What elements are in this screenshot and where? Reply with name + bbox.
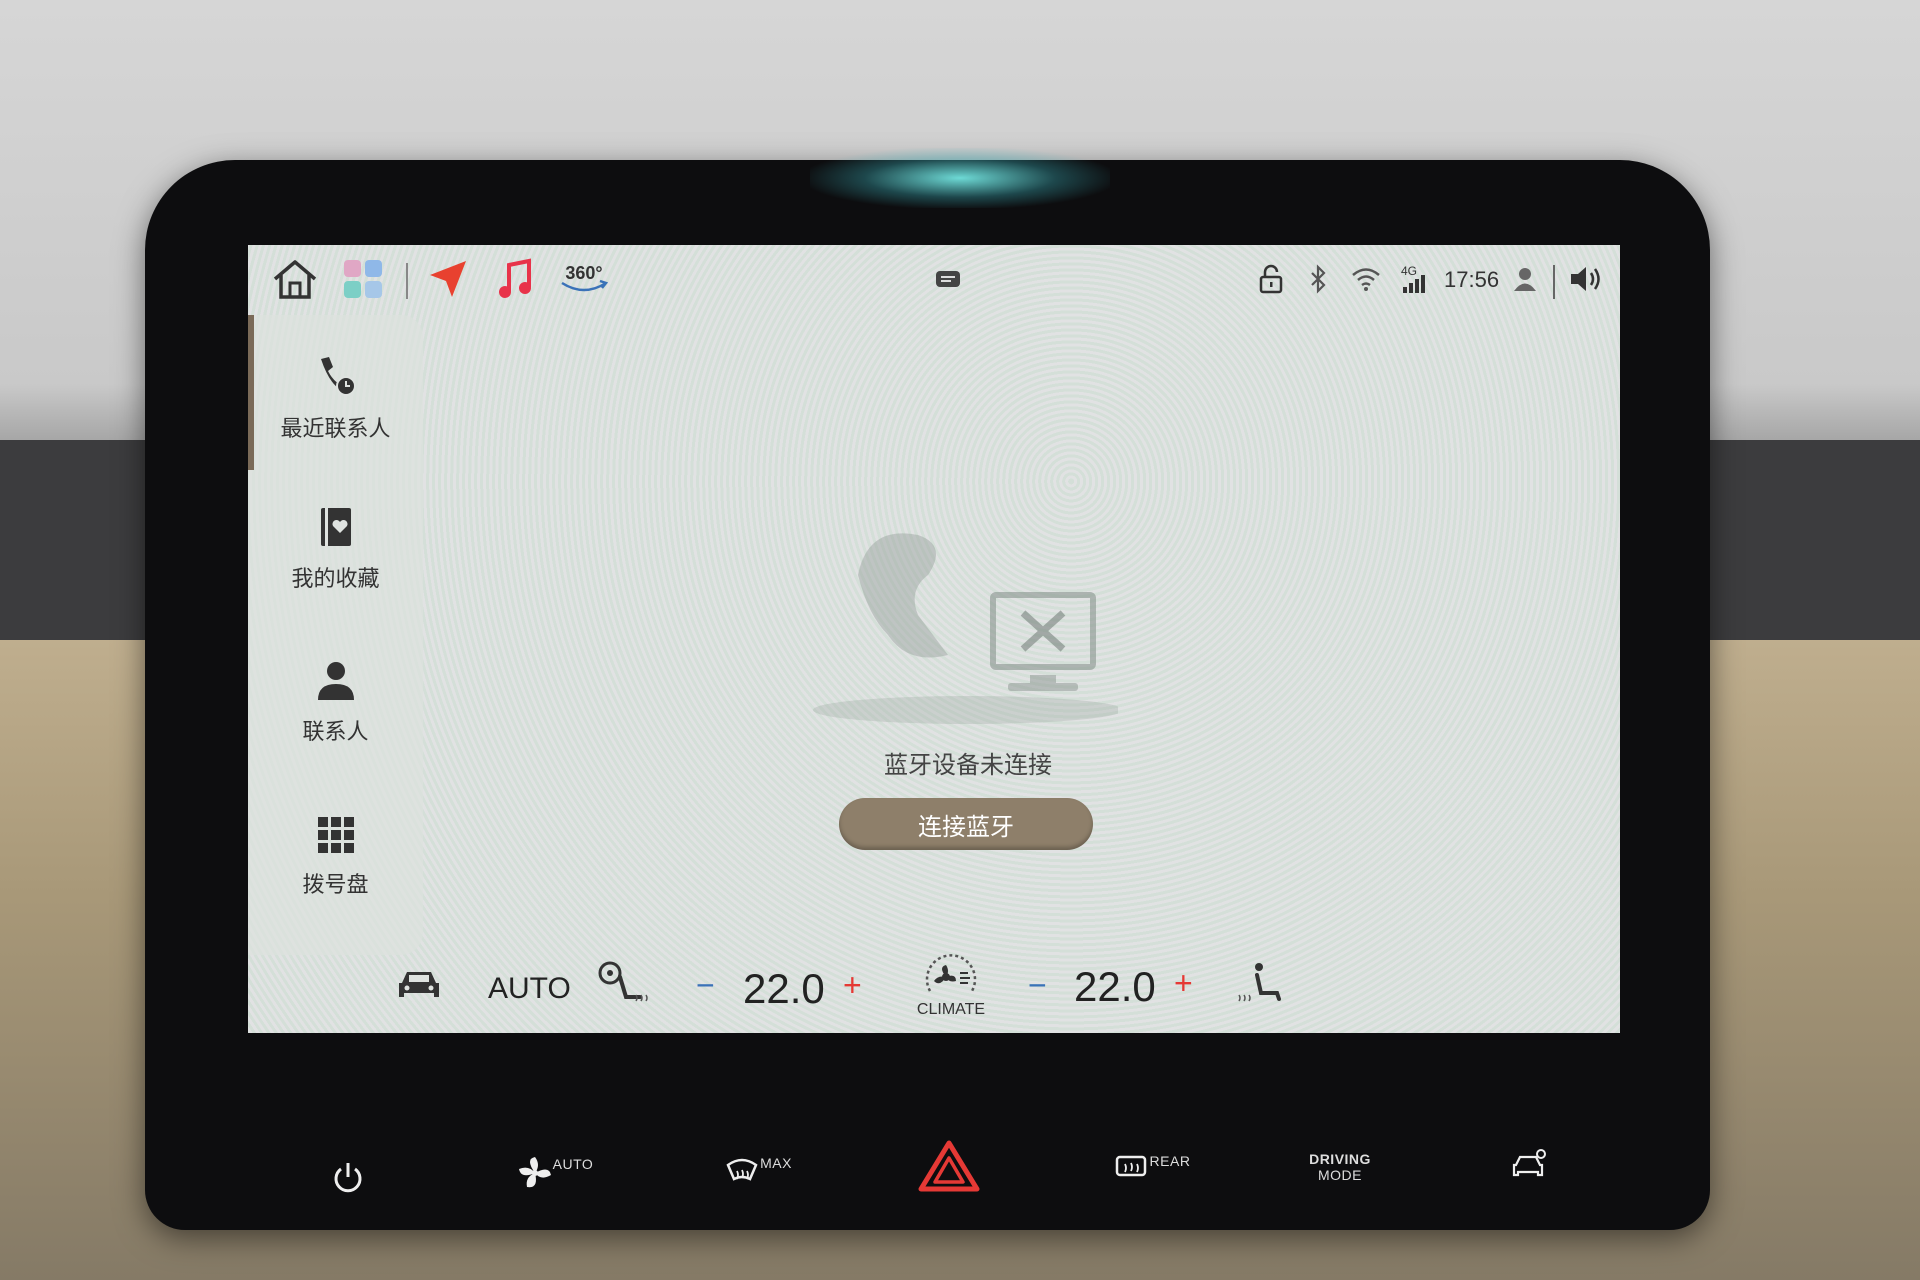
phone-clock-icon	[248, 353, 423, 403]
hazard-button[interactable]	[918, 1140, 980, 1196]
navigation-icon[interactable]	[423, 257, 473, 301]
unlock-icon	[1254, 257, 1288, 301]
defrost-max-label: MAX	[760, 1155, 792, 1171]
driving-mode-label-2: MODE	[1318, 1167, 1362, 1183]
infotainment-screen: 360° 4G 17:56 最近联系人 我的收藏 联系人 拨号盘 蓝牙设备未连接…	[248, 245, 1620, 1033]
car-icon[interactable]	[396, 967, 442, 1007]
power-icon	[332, 1161, 364, 1199]
person-icon	[248, 660, 423, 706]
rear-defrost-label: REAR	[1149, 1153, 1191, 1169]
climate-label: CLIMATE	[916, 1001, 986, 1018]
connect-bluetooth-button[interactable]: 连接蓝牙	[839, 798, 1093, 850]
passenger-temp-value: 22.0	[1074, 963, 1156, 1010]
driver-temp-value: 22.0	[743, 965, 825, 1012]
bluetooth-disconnected-illustration	[798, 515, 1123, 729]
driver-temp-down-button[interactable]: −	[696, 967, 715, 1004]
clock: 17:56	[1444, 267, 1500, 292]
sidebar-item-label: 我的收藏	[291, 567, 380, 592]
sidebar-item-label: 最近联系人	[280, 417, 391, 442]
favorites-book-icon	[248, 505, 423, 553]
top-status-bar: 360° 4G 17:56	[248, 245, 1620, 315]
cellular-signal-icon: 4G	[1398, 257, 1428, 301]
camera-360-icon[interactable]: 360°	[556, 257, 612, 301]
sidebar-item-label: 联系人	[302, 720, 369, 745]
climate-button[interactable]: CLIMATE	[911, 951, 991, 1019]
heated-steering-seat-icon[interactable]	[596, 959, 652, 1015]
apps-grid-icon[interactable]	[338, 257, 388, 301]
home-icon[interactable]	[268, 257, 322, 301]
sidebar-item-label: 拨号盘	[302, 873, 369, 898]
wifi-icon	[1348, 257, 1384, 301]
front-defrost-icon	[724, 1155, 760, 1191]
bluetooth-status-message: 蓝牙设备未连接	[884, 751, 1052, 779]
fan-auto-label: AUTO	[552, 1156, 594, 1172]
vehicle-settings-button[interactable]	[1510, 1145, 1550, 1185]
sidebar-item-recent-contacts[interactable]: 最近联系人	[248, 353, 423, 443]
heated-seat-icon[interactable]	[1233, 959, 1283, 1015]
car-settings-icon	[1512, 1147, 1548, 1183]
topbar-divider-right	[1553, 265, 1555, 299]
music-icon[interactable]	[493, 257, 537, 301]
driving-mode-button[interactable]: DRIVING MODE	[1290, 1144, 1390, 1190]
sidebar-item-favorites[interactable]: 我的收藏	[248, 505, 423, 593]
phone-sidebar: 最近联系人 我的收藏 联系人 拨号盘	[248, 315, 423, 955]
sidebar-item-contacts[interactable]: 联系人	[248, 660, 423, 746]
hazard-triangle-icon	[918, 1140, 980, 1196]
camera-360-label: 360°	[565, 263, 602, 283]
fan-icon	[517, 1155, 553, 1195]
climate-bar: AUTO − 22.0 + CLIMATE − 22.0 +	[248, 945, 1620, 1033]
rear-defrost-button[interactable]: REAR	[1112, 1146, 1192, 1196]
topbar-divider	[406, 263, 408, 299]
user-profile-icon[interactable]	[1510, 257, 1540, 301]
driver-temp-up-button[interactable]: +	[843, 967, 862, 1004]
dialpad-icon	[248, 815, 423, 859]
fan-auto-button[interactable]: AUTO	[515, 1150, 595, 1200]
network-label: 4G	[1401, 264, 1417, 278]
bluetooth-icon	[1306, 257, 1330, 301]
sidebar-item-dialpad[interactable]: 拨号盘	[248, 815, 423, 899]
power-button[interactable]	[328, 1160, 368, 1200]
driving-mode-label-1: DRIVING	[1309, 1151, 1371, 1167]
climate-auto-button[interactable]: AUTO	[488, 972, 571, 1006]
notification-icon[interactable]	[933, 257, 963, 301]
bezel-glow	[810, 148, 1110, 208]
passenger-temp-up-button[interactable]: +	[1174, 965, 1193, 1002]
front-defrost-max-button[interactable]: MAX	[718, 1148, 798, 1198]
volume-icon[interactable]	[1566, 257, 1606, 301]
passenger-temp-down-button[interactable]: −	[1028, 967, 1047, 1004]
rear-defrost-icon	[1114, 1153, 1150, 1189]
